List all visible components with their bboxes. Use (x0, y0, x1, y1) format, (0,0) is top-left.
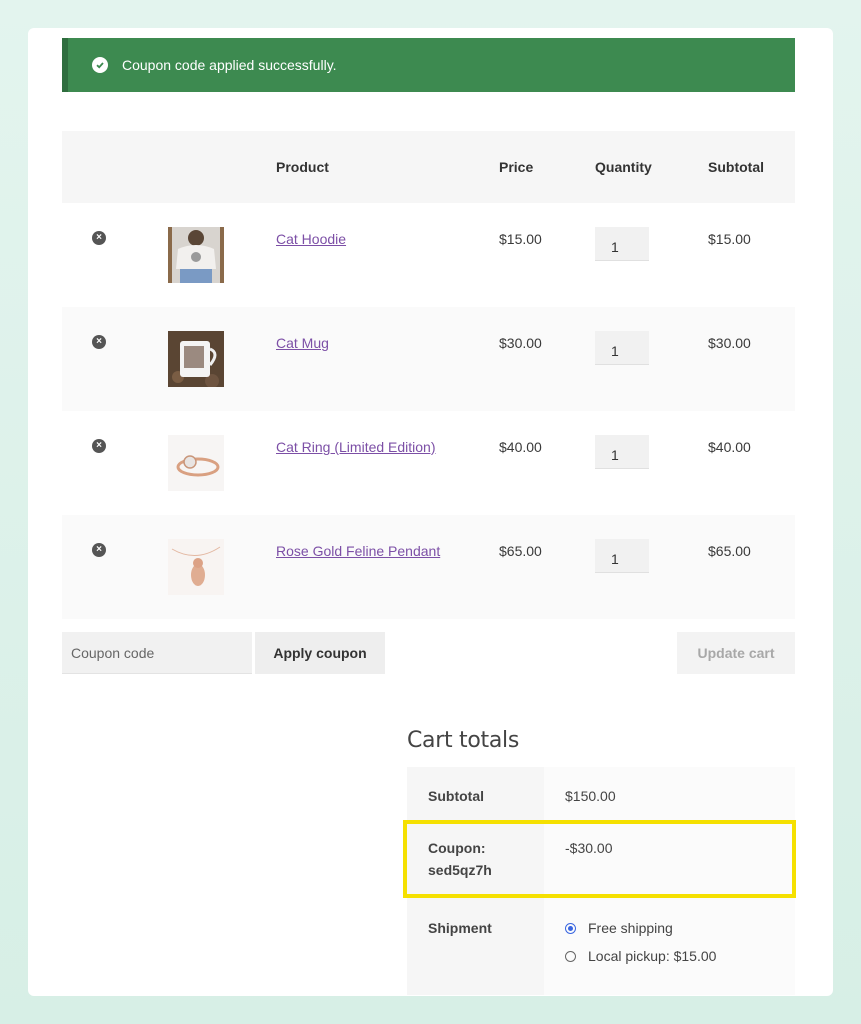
shipping-option-label: Free shipping (588, 920, 673, 936)
product-subtotal: $30.00 (708, 335, 751, 351)
header-subtotal: Subtotal (708, 159, 764, 175)
product-thumbnail-ring[interactable] (168, 435, 224, 491)
shipping-option-pickup[interactable]: Local pickup: $15.00 (565, 945, 795, 967)
cart-totals: Cart totals Subtotal $150.00 Coupon: sed… (403, 728, 796, 995)
coupon-label: Coupon: sed5qz7h (407, 821, 544, 899)
header-quantity: Quantity (595, 159, 652, 175)
product-price: $40.00 (499, 439, 542, 455)
radio-selected-icon[interactable] (565, 922, 576, 934)
quantity-input[interactable] (595, 435, 649, 469)
totals-row-coupon: Coupon: sed5qz7h -$30.00 (403, 820, 796, 899)
notice-text: Coupon code applied successfully. (122, 57, 337, 73)
product-price: $15.00 (499, 231, 542, 247)
product-link[interactable]: Cat Ring (Limited Edition) (276, 439, 436, 455)
radio-unselected-icon[interactable] (565, 950, 576, 962)
product-subtotal: $65.00 (708, 543, 751, 559)
totals-row-subtotal: Subtotal $150.00 (407, 767, 795, 821)
product-price: $30.00 (499, 335, 542, 351)
subtotal-label: Subtotal (407, 767, 544, 821)
product-thumbnail-mug[interactable] (168, 331, 224, 387)
table-row: × Cat Mug $30.00 $30.00 (62, 307, 795, 411)
product-subtotal: $40.00 (708, 439, 751, 455)
product-subtotal: $15.00 (708, 231, 751, 247)
table-header: Product Price Quantity Subtotal (62, 131, 795, 203)
product-link[interactable]: Cat Mug (276, 335, 329, 351)
shipment-label: Shipment (407, 899, 544, 995)
quantity-input[interactable] (595, 539, 649, 573)
product-thumbnail-pendant[interactable] (168, 539, 224, 595)
remove-item-icon[interactable]: × (92, 543, 106, 557)
cart-actions: Apply coupon Update cart (62, 632, 795, 674)
header-price: Price (499, 159, 534, 175)
subtotal-value: $150.00 (544, 767, 795, 821)
remove-item-icon[interactable]: × (92, 335, 106, 349)
shipping-option-free[interactable]: Free shipping (565, 917, 795, 939)
cart-totals-title: Cart totals (407, 728, 519, 753)
table-row: × Cat Hoodie $15.00 $15.00 (62, 203, 795, 307)
shipping-options: Free shipping Local pickup: $15.00 (544, 899, 795, 995)
remove-item-icon[interactable]: × (92, 439, 106, 453)
update-cart-button[interactable]: Update cart (677, 632, 795, 674)
table-row: × Rose Gold Feline Pendant $65.00 $65.00 (62, 515, 795, 619)
check-circle-icon (92, 57, 108, 73)
coupon-value: -$30.00 (544, 821, 795, 899)
header-product: Product (276, 159, 329, 175)
table-row: × Cat Ring (Limited Edition) $40.00 $40.… (62, 411, 795, 515)
quantity-input[interactable] (595, 331, 649, 365)
apply-coupon-button[interactable]: Apply coupon (255, 632, 385, 674)
product-link[interactable]: Rose Gold Feline Pendant (276, 543, 440, 559)
quantity-input[interactable] (595, 227, 649, 261)
cart-page: Coupon code applied successfully. Produc… (28, 28, 833, 996)
totals-row-shipment: Shipment Free shipping Local pickup: $15… (407, 899, 795, 995)
shipping-option-label: Local pickup: $15.00 (588, 948, 717, 964)
product-link[interactable]: Cat Hoodie (276, 231, 346, 247)
success-notice: Coupon code applied successfully. (62, 38, 795, 92)
product-thumbnail-hoodie[interactable] (168, 227, 224, 283)
cart-table: Product Price Quantity Subtotal × Cat Ho… (62, 131, 795, 619)
remove-item-icon[interactable]: × (92, 231, 106, 245)
product-price: $65.00 (499, 543, 542, 559)
coupon-code-input[interactable] (62, 632, 252, 674)
